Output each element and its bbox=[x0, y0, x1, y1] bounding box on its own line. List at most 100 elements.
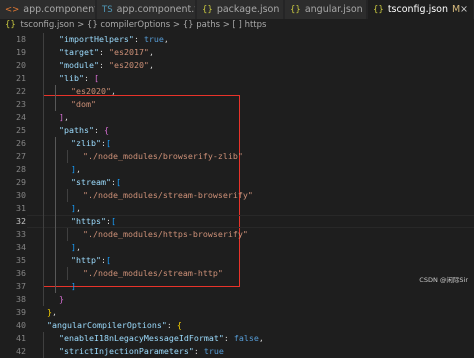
code-line[interactable]: 34], bbox=[0, 241, 474, 254]
code-line[interactable]: 23"dom" bbox=[0, 98, 474, 111]
line-number: 39 bbox=[0, 306, 26, 319]
code-token: "lib" bbox=[59, 73, 84, 83]
line-number: 36 bbox=[0, 267, 26, 280]
code-line[interactable]: 25"paths": { bbox=[0, 124, 474, 137]
tab-angular-json[interactable]: {} angular.json M bbox=[285, 0, 367, 19]
line-number: 32 bbox=[0, 215, 26, 228]
code-token: : bbox=[194, 346, 204, 356]
code-token: : bbox=[99, 60, 109, 70]
line-number: 34 bbox=[0, 241, 26, 254]
code-token: , bbox=[76, 242, 81, 252]
code-text: "./node_modules/browserify-zlib" bbox=[83, 150, 243, 163]
code-line[interactable]: 28], bbox=[0, 163, 474, 176]
json-file-icon: {} bbox=[5, 20, 16, 30]
code-token: , bbox=[76, 164, 81, 174]
line-number: 40 bbox=[0, 319, 26, 332]
breadcrumb-path[interactable]: tsconfig.json > {} compilerOptions > {} … bbox=[21, 20, 267, 30]
code-text: ] bbox=[71, 280, 76, 293]
code-line[interactable]: 40"angularCompilerOptions": { bbox=[0, 319, 474, 332]
code-line[interactable]: 35 "http":[ bbox=[0, 254, 474, 267]
code-token: , bbox=[259, 333, 264, 343]
line-number: 24 bbox=[0, 111, 26, 124]
code-text: "lib": [ bbox=[59, 72, 99, 85]
line-number: 19 bbox=[0, 46, 26, 59]
code-token: : bbox=[99, 47, 109, 57]
code-text: "./node_modules/stream-http" bbox=[83, 267, 223, 280]
json-file-icon: {} bbox=[373, 1, 384, 19]
tab-app-component-ts[interactable]: TSapp.component.tsM bbox=[97, 0, 196, 19]
json-file-icon: {} bbox=[290, 1, 301, 19]
code-line[interactable]: 30"./node_modules/stream-browserify" bbox=[0, 189, 474, 202]
code-token: "es2020" bbox=[109, 60, 149, 70]
code-token: "stream" bbox=[71, 177, 111, 187]
tab-package-json[interactable]: {} package.jsonM bbox=[197, 0, 284, 19]
indent-guide bbox=[55, 85, 56, 111]
code-text: "dom" bbox=[71, 98, 96, 111]
code-line[interactable]: 21"lib": [ bbox=[0, 72, 474, 85]
code-line[interactable]: 33"./node_modules/https-browserify" bbox=[0, 228, 474, 241]
tab-app-component-html[interactable]: <>app.component.htmlM bbox=[0, 0, 96, 19]
code-token: , bbox=[52, 307, 57, 317]
code-text: "importHelpers": true, bbox=[59, 33, 169, 46]
code-line[interactable]: 20"module": "es2020", bbox=[0, 59, 474, 72]
code-token: true bbox=[204, 346, 224, 356]
code-token: [ bbox=[111, 216, 116, 226]
code-line[interactable]: 22"es2020", bbox=[0, 85, 474, 98]
code-line[interactable]: 39}, bbox=[0, 306, 474, 319]
code-line[interactable]: 19 "target": "es2017", bbox=[0, 46, 474, 59]
line-number: 18 bbox=[0, 33, 26, 46]
line-number: 25 bbox=[0, 124, 26, 137]
code-line[interactable]: 27 "./node_modules/browserify-zlib" bbox=[0, 150, 474, 163]
code-text: "http":[ bbox=[71, 254, 111, 267]
indent-guide bbox=[67, 267, 68, 280]
modified-indicator: M bbox=[452, 4, 460, 15]
line-number: 22 bbox=[0, 85, 26, 98]
code-token: ] bbox=[71, 281, 76, 291]
code-text: } bbox=[59, 293, 64, 306]
code-editor[interactable]: 18 "importHelpers": true, 19 "target": "es2… bbox=[0, 32, 474, 286]
indent-guide bbox=[67, 189, 68, 202]
code-line[interactable]: 41"enableI18nLegacyMessageIdFormat": fal… bbox=[0, 332, 474, 345]
code-token: "strictInjectionParameters" bbox=[59, 346, 194, 356]
code-text: "enableI18nLegacyMessageIdFormat": false… bbox=[59, 332, 264, 345]
line-number: 29 bbox=[0, 176, 26, 189]
tab-label: angular.json bbox=[305, 4, 363, 15]
code-token: [ bbox=[106, 255, 111, 265]
code-text: ], bbox=[71, 163, 81, 176]
tab-label: app.component.ts bbox=[117, 4, 196, 15]
tab-tsconfig-json[interactable]: {} tsconfig.json M× bbox=[368, 0, 474, 19]
code-text: "strictInjectionParameters": true bbox=[59, 345, 224, 358]
code-text: "https":[ bbox=[71, 215, 116, 228]
code-token: : bbox=[224, 333, 234, 343]
code-text: "zlib":[ bbox=[71, 137, 111, 150]
code-token: , bbox=[64, 112, 69, 122]
close-icon[interactable]: × bbox=[460, 0, 468, 19]
code-line[interactable]: 26"zlib":[ bbox=[0, 137, 474, 150]
code-text: "target": "es2017", bbox=[59, 46, 154, 59]
editor-tab-bar: <>app.component.htmlMTSapp.component.tsM… bbox=[0, 0, 474, 19]
code-line[interactable]: 18 "importHelpers": true, bbox=[0, 33, 474, 46]
code-line[interactable]: 31], bbox=[0, 202, 474, 215]
code-token: [ bbox=[116, 177, 121, 187]
html-file-icon: <> bbox=[5, 1, 19, 19]
code-token: true bbox=[144, 34, 164, 44]
code-token: "./node_modules/https-browserify" bbox=[83, 229, 248, 239]
code-token: { bbox=[104, 125, 109, 135]
line-number: 35 bbox=[0, 254, 26, 267]
code-token: "enableI18nLegacyMessageIdFormat" bbox=[59, 333, 224, 343]
line-number: 30 bbox=[0, 189, 26, 202]
json-file-icon: {} bbox=[202, 1, 213, 19]
modified-indicator: M bbox=[283, 4, 284, 15]
code-line[interactable]: 38} bbox=[0, 293, 474, 306]
code-line[interactable]: 29"stream":[ bbox=[0, 176, 474, 189]
code-line[interactable]: 24], bbox=[0, 111, 474, 124]
tab-label: package.json bbox=[217, 4, 280, 15]
code-line[interactable]: 32 "https":[ bbox=[0, 215, 474, 228]
code-line[interactable]: 42"strictInjectionParameters": true bbox=[0, 345, 474, 358]
tab-label: tsconfig.json bbox=[388, 4, 448, 15]
line-number: 20 bbox=[0, 59, 26, 72]
line-number: 27 bbox=[0, 150, 26, 163]
code-line[interactable]: 36 "./node_modules/stream-http" bbox=[0, 267, 474, 280]
code-line[interactable]: 37] bbox=[0, 280, 474, 293]
code-token: "module" bbox=[59, 60, 99, 70]
